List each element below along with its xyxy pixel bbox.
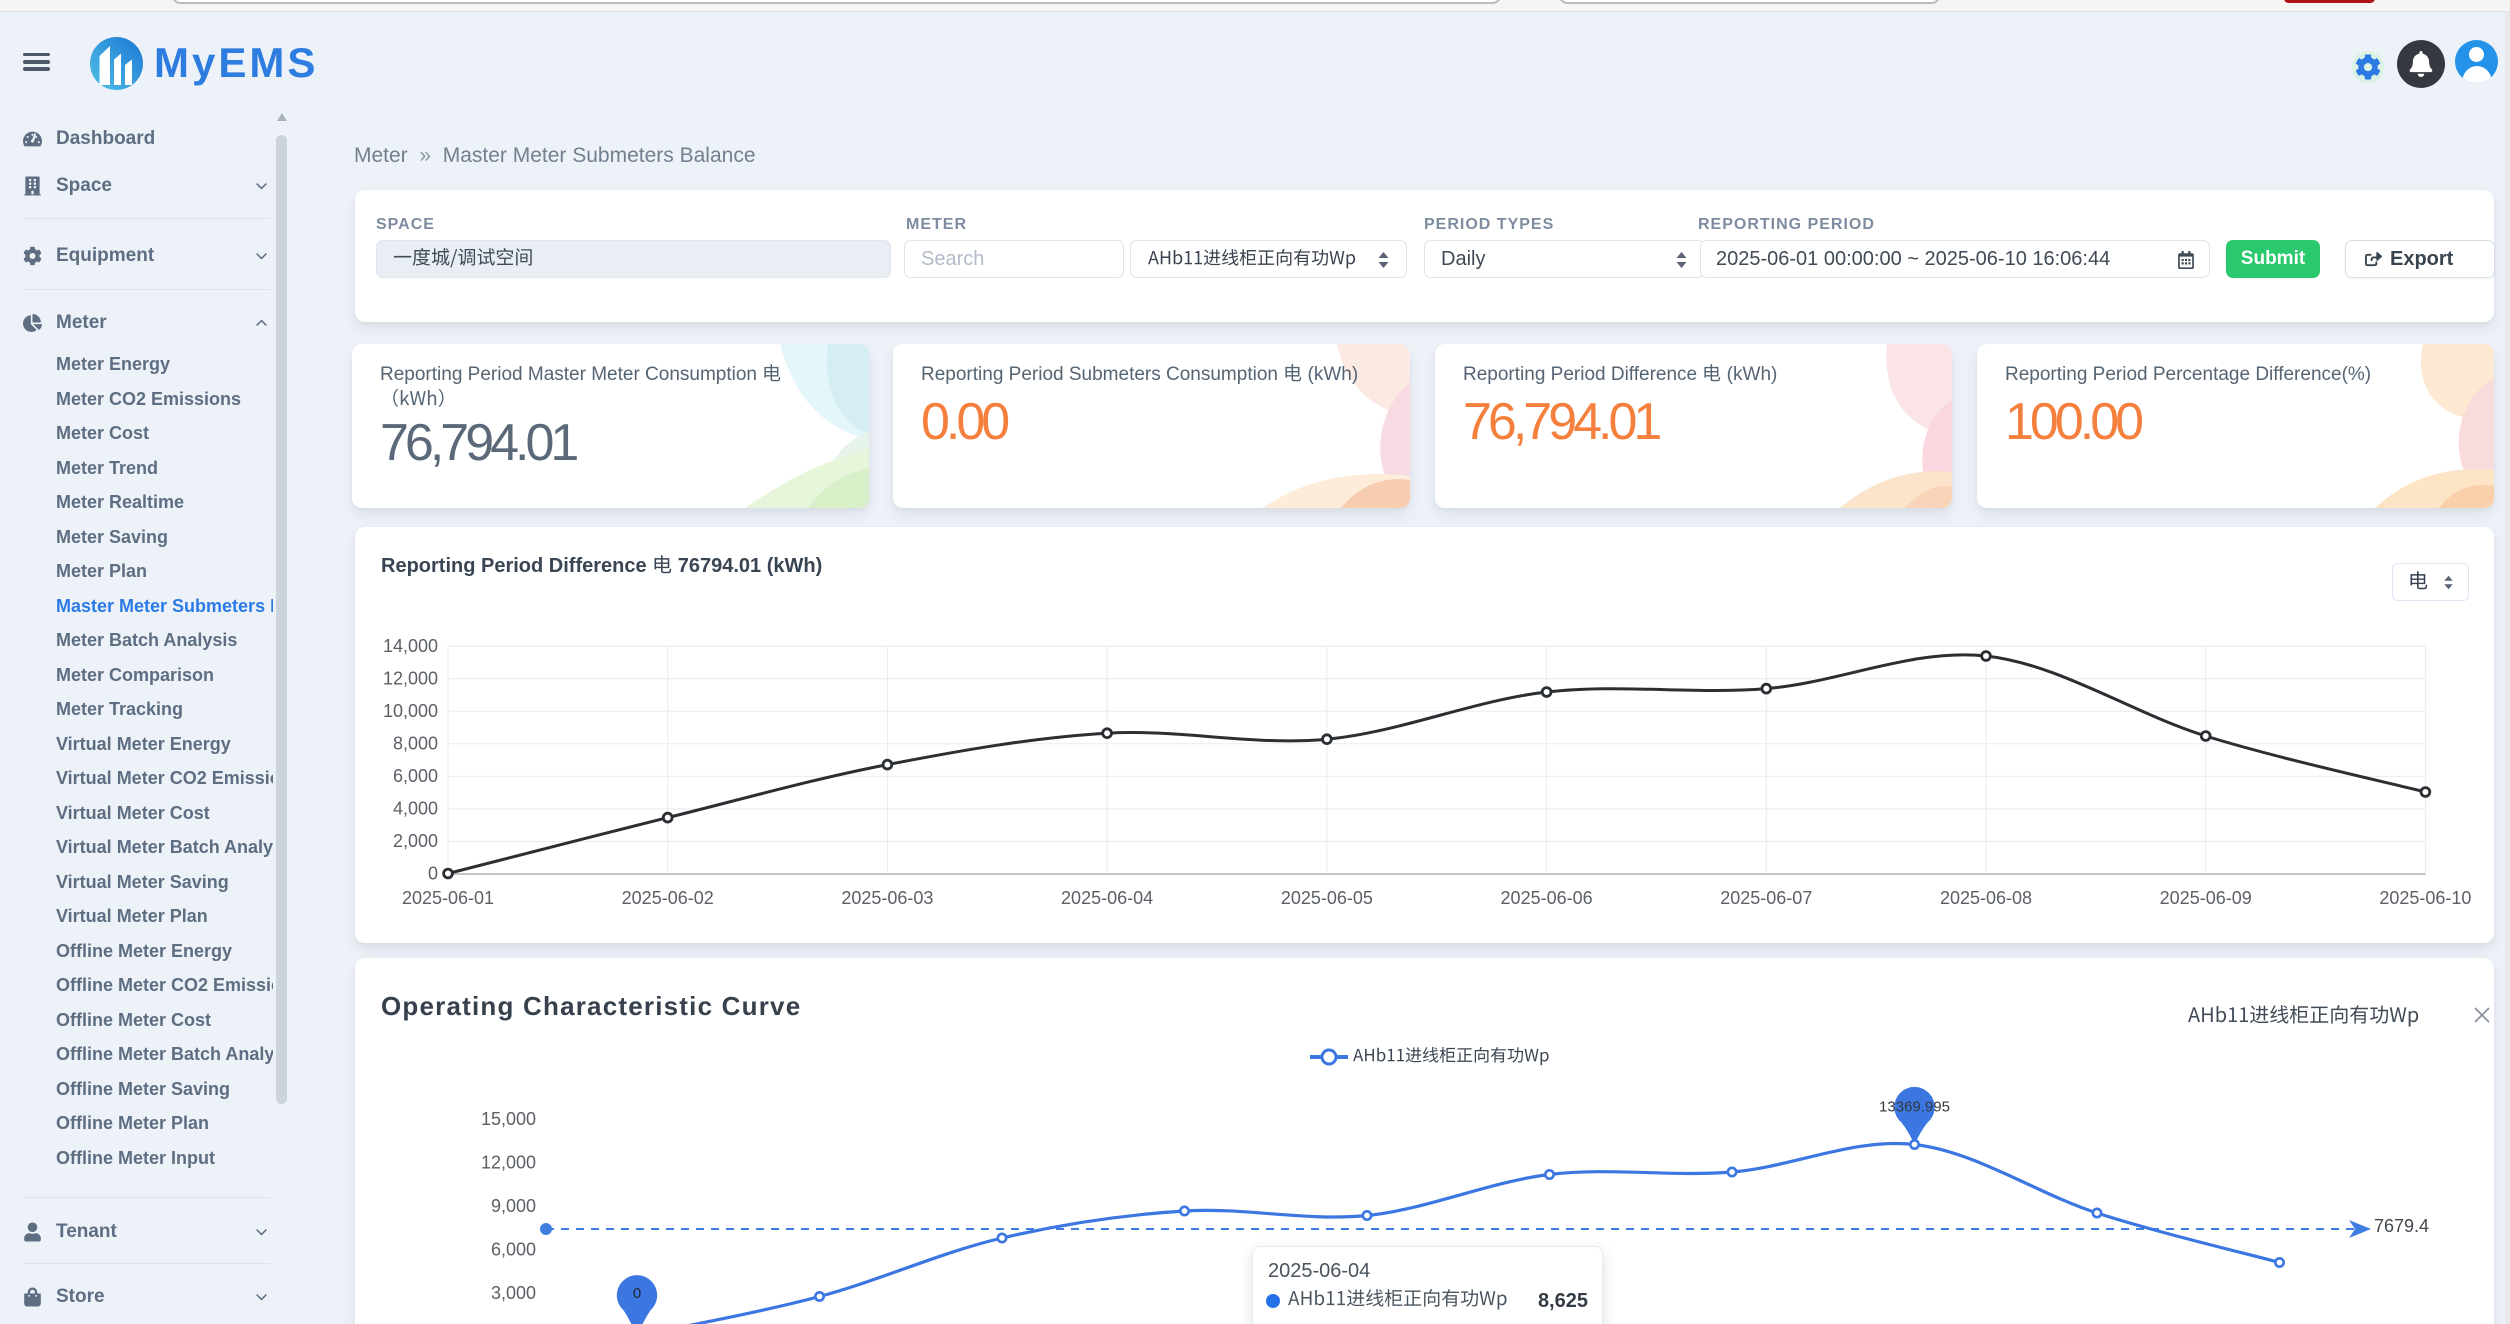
svg-text:3,000: 3,000: [491, 1283, 536, 1303]
svg-text:2025-06-06: 2025-06-06: [1501, 888, 1593, 908]
svg-text:9,000: 9,000: [491, 1196, 536, 1216]
svg-text:15,000: 15,000: [481, 1109, 536, 1129]
svg-text:2025-06-07: 2025-06-07: [1720, 888, 1812, 908]
svg-text:7679.4: 7679.4: [2374, 1216, 2429, 1236]
svg-text:6,000: 6,000: [491, 1240, 536, 1260]
svg-text:2025-06-02: 2025-06-02: [622, 888, 714, 908]
svg-text:13369.995: 13369.995: [1879, 1099, 1950, 1116]
svg-text:2,000: 2,000: [393, 831, 438, 851]
svg-text:6,000: 6,000: [393, 766, 438, 786]
svg-text:2025-06-03: 2025-06-03: [841, 888, 933, 908]
svg-text:0: 0: [633, 1285, 641, 1302]
svg-text:12,000: 12,000: [481, 1153, 536, 1173]
svg-text:4,000: 4,000: [393, 799, 438, 819]
svg-text:2025-06-09: 2025-06-09: [2160, 888, 2252, 908]
svg-text:2025-06-10: 2025-06-10: [2379, 888, 2471, 908]
svg-text:2025-06-01: 2025-06-01: [402, 888, 494, 908]
svg-text:2025-06-08: 2025-06-08: [1940, 888, 2032, 908]
svg-text:10,000: 10,000: [383, 701, 438, 721]
svg-text:2025-06-04: 2025-06-04: [1061, 888, 1153, 908]
svg-text:14,000: 14,000: [383, 636, 438, 656]
svg-text:12,000: 12,000: [383, 669, 438, 689]
svg-text:0: 0: [428, 864, 438, 884]
svg-text:2025-06-05: 2025-06-05: [1281, 888, 1373, 908]
svg-text:8,000: 8,000: [393, 734, 438, 754]
